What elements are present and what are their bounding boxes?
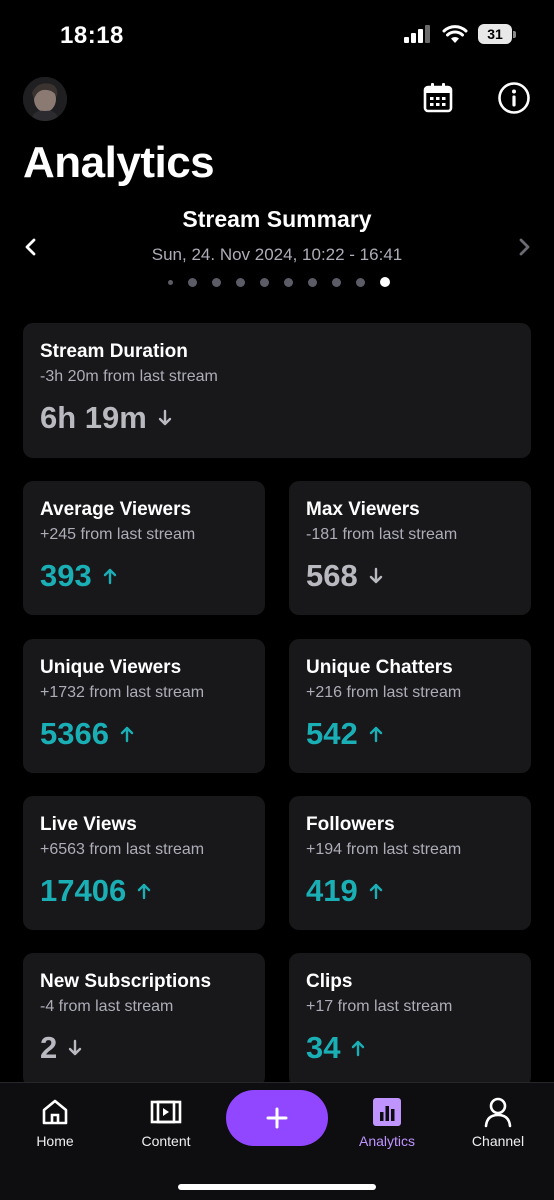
card-value: 568 xyxy=(306,558,358,593)
page-dot[interactable] xyxy=(284,277,293,287)
cellular-signal-icon xyxy=(404,25,430,43)
card-value: 542 xyxy=(306,716,358,751)
card-clips[interactable]: Clips +17 from last stream 34 xyxy=(289,953,531,1087)
card-title: Unique Chatters xyxy=(306,657,453,678)
status-icons: 31 xyxy=(404,24,516,44)
summary-title: Stream Summary xyxy=(182,206,372,232)
tab-label: Content xyxy=(141,1133,191,1149)
card-title: Average Viewers xyxy=(40,499,192,520)
page-dot[interactable] xyxy=(212,277,221,287)
card-stream-duration[interactable]: Stream Duration -3h 20m from last stream… xyxy=(23,323,531,458)
page-dot[interactable] xyxy=(188,277,197,287)
person-icon xyxy=(481,1095,515,1129)
card-subtitle: +216 from last stream xyxy=(306,684,462,701)
card-subtitle: -4 from last stream xyxy=(40,998,174,1015)
card-unique-viewers[interactable]: Unique Viewers +1732 from last stream 53… xyxy=(23,639,265,773)
card-followers[interactable]: Followers +194 from last stream 419 xyxy=(289,796,531,930)
analytics-icon xyxy=(370,1095,404,1129)
page-dot[interactable] xyxy=(308,277,317,287)
wifi-icon xyxy=(442,25,468,43)
page-dot[interactable] xyxy=(168,279,173,285)
home-indicator xyxy=(178,1184,376,1190)
page-dot[interactable] xyxy=(236,277,245,287)
arrow-up-icon xyxy=(350,1039,366,1057)
summary-date: Sun, 24. Nov 2024, 10:22 - 16:41 xyxy=(151,245,403,264)
card-subtitle: +245 from last stream xyxy=(40,526,196,543)
card-value: 34 xyxy=(306,1030,341,1065)
chevron-right-icon xyxy=(519,238,530,256)
card-title: New Subscriptions xyxy=(40,971,212,992)
page-dot-active[interactable] xyxy=(380,277,390,287)
card-max-viewers[interactable]: Max Viewers -181 from last stream 568 xyxy=(289,481,531,615)
tab-label: Channel xyxy=(471,1133,525,1149)
create-button[interactable] xyxy=(226,1090,328,1146)
calendar-icon xyxy=(423,83,453,113)
analytics-screen: 18:18 31 Analytics Stream Summary Sun, 2… xyxy=(0,0,554,1200)
card-title: Stream Duration xyxy=(40,341,188,362)
card-subtitle: +17 from last stream xyxy=(306,998,453,1015)
arrow-up-icon xyxy=(119,725,135,743)
battery-level: 31 xyxy=(478,24,512,44)
card-title: Clips xyxy=(306,971,353,992)
card-value: 2 xyxy=(40,1030,58,1065)
page-dot[interactable] xyxy=(332,277,341,287)
tab-label: Analytics xyxy=(358,1133,416,1149)
page-dot[interactable] xyxy=(260,277,269,287)
card-title: Unique Viewers xyxy=(40,657,182,678)
card-live-views[interactable]: Live Views +6563 from last stream 17406 xyxy=(23,796,265,930)
arrow-up-icon xyxy=(368,882,384,900)
arrow-up-icon xyxy=(136,882,152,900)
avatar[interactable] xyxy=(23,77,67,121)
tab-analytics[interactable]: Analytics xyxy=(337,1095,437,1149)
content-icon xyxy=(149,1095,183,1129)
tab-home[interactable]: Home xyxy=(5,1095,105,1149)
card-value: 419 xyxy=(306,873,358,908)
card-value: 5366 xyxy=(40,716,109,751)
arrow-down-icon xyxy=(157,409,173,427)
arrow-down-icon xyxy=(67,1039,83,1057)
card-average-viewers[interactable]: Average Viewers +245 from last stream 39… xyxy=(23,481,265,615)
card-new-subscriptions[interactable]: New Subscriptions -4 from last stream 2 xyxy=(23,953,265,1087)
status-time: 18:18 xyxy=(60,22,124,49)
tab-label: Home xyxy=(36,1133,74,1149)
card-subtitle: +1732 from last stream xyxy=(40,684,205,701)
arrow-up-icon xyxy=(368,725,384,743)
card-title: Max Viewers xyxy=(306,499,420,520)
card-value: 17406 xyxy=(40,873,127,908)
page-indicator[interactable] xyxy=(0,277,554,287)
calendar-button[interactable] xyxy=(420,80,456,116)
info-icon xyxy=(498,82,530,114)
card-subtitle: -3h 20m from last stream xyxy=(40,368,218,385)
card-unique-chatters[interactable]: Unique Chatters +216 from last stream 54… xyxy=(289,639,531,773)
previous-stream-button[interactable] xyxy=(18,233,42,261)
card-value: 6h 19m xyxy=(40,400,147,435)
tab-content[interactable]: Content xyxy=(116,1095,216,1149)
chevron-left-icon xyxy=(25,238,36,256)
arrow-up-icon xyxy=(102,567,118,585)
battery-icon: 31 xyxy=(478,24,516,44)
page-title: Analytics xyxy=(23,138,215,187)
tab-bar: Home Content Analytics Channel xyxy=(0,1082,554,1200)
card-title: Followers xyxy=(306,814,395,835)
card-subtitle: +194 from last stream xyxy=(306,841,462,858)
status-bar: 18:18 31 xyxy=(0,0,554,74)
card-subtitle: -181 from last stream xyxy=(306,526,458,543)
page-dot[interactable] xyxy=(356,277,365,287)
plus-icon xyxy=(266,1107,288,1129)
next-stream-button[interactable] xyxy=(513,233,537,261)
info-button[interactable] xyxy=(496,80,532,116)
card-title: Live Views xyxy=(40,814,137,835)
avatar-image xyxy=(23,77,67,121)
home-icon xyxy=(38,1095,72,1129)
card-value: 393 xyxy=(40,558,92,593)
arrow-down-icon xyxy=(368,567,384,585)
card-subtitle: +6563 from last stream xyxy=(40,841,205,858)
tab-channel[interactable]: Channel xyxy=(448,1095,548,1149)
